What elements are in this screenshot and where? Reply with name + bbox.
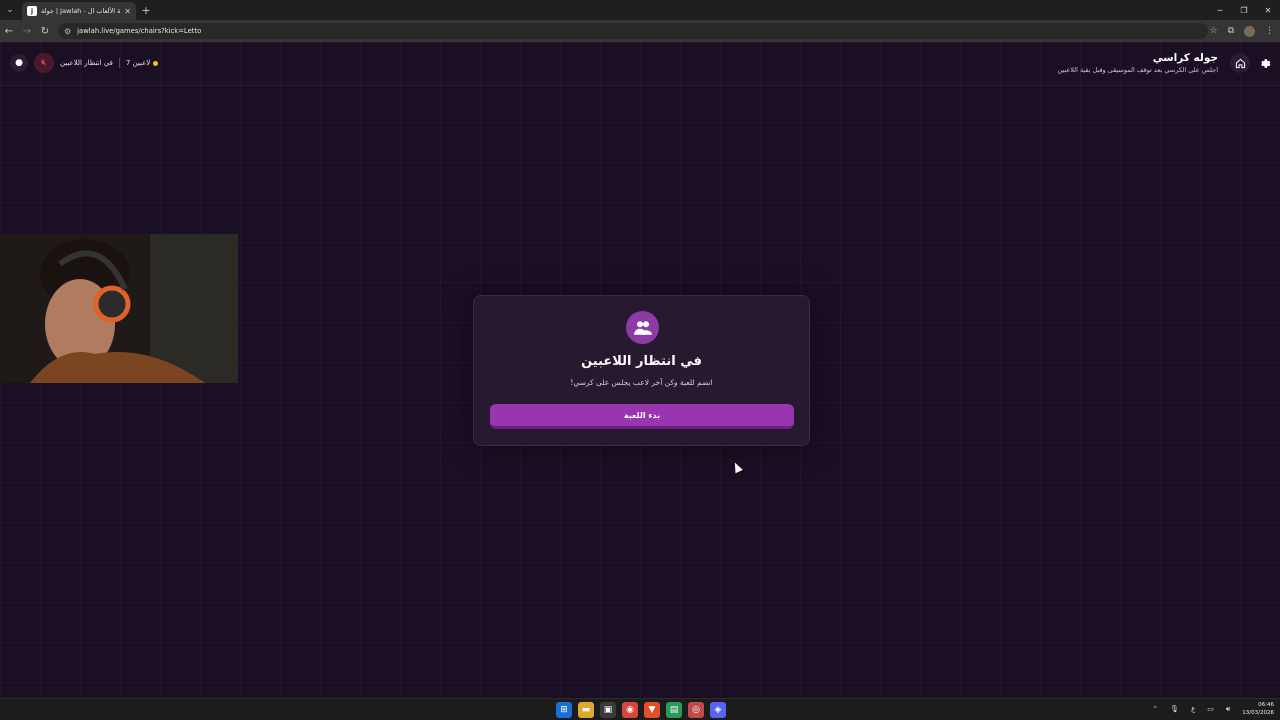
language-indicator[interactable]: ع [1191, 705, 1195, 713]
forward-icon[interactable]: → [18, 20, 36, 42]
microphone-icon[interactable]: 🎙︎ [1170, 705, 1179, 713]
windows-taskbar: ⊞ ▬ ▣ ◉ ▼ ▤ ◎ ◈ ⌃ 🎙︎ ع ▭ 🔊︎ 06:46 13/03/… [0, 698, 1280, 720]
webcam-overlay [0, 234, 238, 383]
mouse-cursor [731, 460, 743, 474]
address-bar[interactable]: ⚙ jawlah.live/games/chairs?kick=Letto [58, 23, 1208, 39]
chrome-icon[interactable]: ◉ [622, 702, 638, 718]
close-window-icon[interactable]: ✕ [1256, 0, 1280, 20]
users-icon [626, 311, 659, 344]
bookmark-star-icon[interactable]: ☆ [1209, 26, 1217, 36]
tab-search-icon[interactable]: ⌄ [0, 0, 20, 20]
site-info-icon[interactable]: ⚙ [64, 27, 71, 36]
mute-toggle-icon[interactable]: 🔇︎ [34, 53, 54, 73]
browser-tab[interactable]: j جولة | Jawlah - منصة الألعاب ال... ✕ [22, 2, 136, 20]
browser-tab-strip: ⌄ j جولة | Jawlah - منصة الألعاب ال... ✕… [0, 0, 1280, 20]
back-icon[interactable]: ← [0, 20, 18, 42]
discord-icon[interactable]: ● [10, 54, 28, 72]
extensions-icon[interactable]: ⧉ [1228, 26, 1234, 36]
game-page: ● 🔇︎ في انتظار اللاعبين 7 لاعبين جوله كر… [0, 42, 1280, 698]
game-title: جوله كراسي [1152, 52, 1218, 64]
tray-chevron-icon[interactable]: ⌃ [1152, 705, 1158, 713]
restore-icon[interactable]: ❐ [1232, 0, 1256, 20]
gear-icon [1260, 58, 1270, 68]
minimize-icon[interactable]: ─ [1208, 0, 1232, 20]
profile-avatar[interactable] [1244, 25, 1255, 37]
green-app-icon[interactable]: ▤ [666, 702, 682, 718]
url-text[interactable]: jawlah.live/games/chairs?kick=Letto [77, 27, 201, 35]
home-button[interactable] [1230, 53, 1250, 73]
card-title: في انتظار اللاعبين [581, 354, 702, 369]
windows-start-icon[interactable]: ⊞ [556, 702, 572, 718]
game-subtitle: اجلس على الكرسي بعد توقف الموسيقى وقبل ب… [1057, 66, 1218, 74]
volume-icon[interactable]: 🔊︎ [1226, 705, 1230, 714]
tab-title: جولة | Jawlah - منصة الألعاب ال... [41, 7, 121, 15]
discord-taskbar-icon[interactable]: ◈ [710, 702, 726, 718]
clock[interactable]: 06:46 13/03/2026 [1242, 701, 1274, 717]
divider [118, 58, 120, 68]
network-icon[interactable]: ▭ [1207, 705, 1214, 713]
jawlah-logo-icon: j [27, 6, 37, 16]
new-tab-button[interactable]: + [136, 4, 156, 17]
clock-time: 06:46 [1258, 702, 1274, 708]
store-icon[interactable]: ▣ [600, 702, 616, 718]
waiting-card: في انتظار اللاعبين انضم للعبة وكن آخر لا… [473, 295, 810, 446]
brave-icon[interactable]: ▼ [644, 702, 660, 718]
red-app-icon[interactable]: ◎ [688, 702, 704, 718]
players-count: 7 لاعبين [125, 59, 159, 67]
home-icon [1235, 58, 1245, 68]
reload-icon[interactable]: ↻ [36, 20, 54, 42]
game-header: ● 🔇︎ في انتظار اللاعبين 7 لاعبين جوله كر… [0, 42, 1280, 86]
settings-button[interactable] [1256, 55, 1272, 71]
start-game-button[interactable]: بدء اللعبة [490, 404, 794, 429]
browser-menu-icon[interactable]: ⋮ [1265, 26, 1274, 36]
players-count-text: 7 لاعبين [125, 59, 151, 67]
clock-date: 13/03/2026 [1242, 710, 1274, 716]
tab-close-icon[interactable]: ✕ [124, 7, 131, 16]
file-explorer-icon[interactable]: ▬ [578, 702, 594, 718]
status-text: في انتظار اللاعبين [60, 59, 113, 67]
webcam-video-image [0, 234, 238, 383]
card-subtitle: انضم للعبة وكن آخر لاعب يجلس على كرسي! [570, 378, 713, 387]
status-dot [153, 60, 159, 66]
